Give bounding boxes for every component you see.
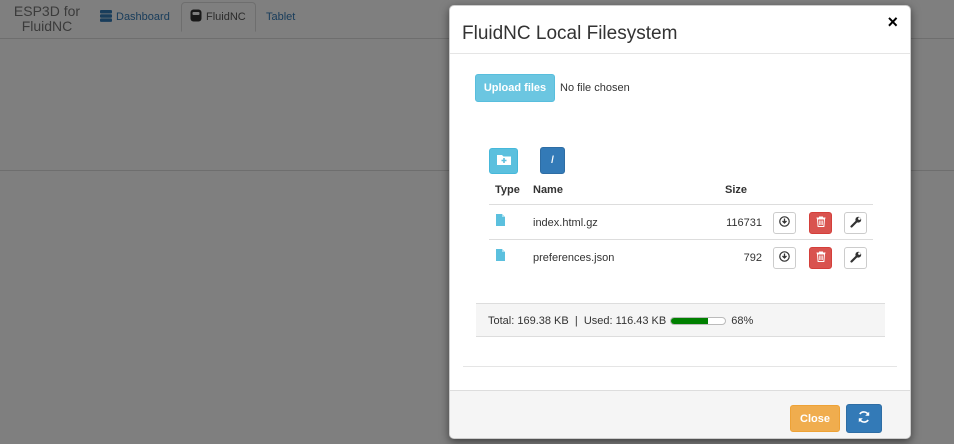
- close-icon[interactable]: ×: [887, 12, 898, 33]
- usage-percent: 68%: [731, 315, 754, 327]
- storage-summary: Total: 169.38 KB | Used: 116.43 KB 68%: [476, 303, 885, 337]
- file-size: 792: [743, 252, 762, 264]
- trash-icon: [816, 251, 826, 265]
- modal-title: FluidNC Local Filesystem: [462, 23, 678, 44]
- file-icon: [496, 214, 505, 229]
- folder-plus-icon: [496, 153, 512, 169]
- column-size: Size: [725, 184, 748, 196]
- file-size: 116731: [726, 217, 762, 229]
- usage-progress-bar: [670, 317, 727, 325]
- file-name[interactable]: index.html.gz: [533, 217, 598, 229]
- delete-button[interactable]: [809, 212, 832, 234]
- table-row: index.html.gz 116731: [489, 204, 873, 240]
- download-icon: [779, 216, 790, 230]
- modal-footer: Close: [450, 390, 910, 438]
- download-icon: [779, 251, 790, 265]
- column-name: Name: [533, 184, 563, 196]
- rename-button[interactable]: [844, 247, 867, 269]
- delete-button[interactable]: [809, 247, 832, 269]
- file-icon: [496, 249, 505, 264]
- download-button[interactable]: [773, 247, 796, 269]
- divider: [463, 366, 897, 367]
- used-value: 116.43 KB: [615, 315, 667, 327]
- table-row: preferences.json 792: [489, 239, 873, 275]
- wrench-icon: [849, 216, 862, 231]
- modal-header: FluidNC Local Filesystem ×: [450, 6, 910, 54]
- wrench-icon: [849, 251, 862, 266]
- rename-button[interactable]: [844, 212, 867, 234]
- storage-usage: Total: 169.38 KB | Used: 116.43 KB 68%: [488, 315, 753, 327]
- file-name[interactable]: preferences.json: [533, 252, 614, 264]
- create-folder-button[interactable]: [489, 148, 518, 174]
- file-chooser-status: No file chosen: [560, 82, 630, 94]
- usage-progress-fill: [671, 318, 708, 324]
- download-button[interactable]: [773, 212, 796, 234]
- usage-separator: |: [574, 315, 578, 327]
- filesystem-dialog: FluidNC Local Filesystem × Upload files …: [449, 5, 911, 439]
- used-label: Used:: [583, 315, 613, 327]
- refresh-icon: [857, 410, 871, 427]
- total-label: Total:: [488, 315, 515, 327]
- trash-icon: [816, 216, 826, 230]
- close-button[interactable]: Close: [790, 405, 840, 432]
- total-value: 169.38 KB: [517, 315, 569, 327]
- upload-files-button[interactable]: Upload files: [475, 74, 555, 102]
- column-type: Type: [495, 184, 520, 196]
- path-root-button[interactable]: /: [540, 147, 565, 174]
- refresh-button[interactable]: [846, 404, 882, 433]
